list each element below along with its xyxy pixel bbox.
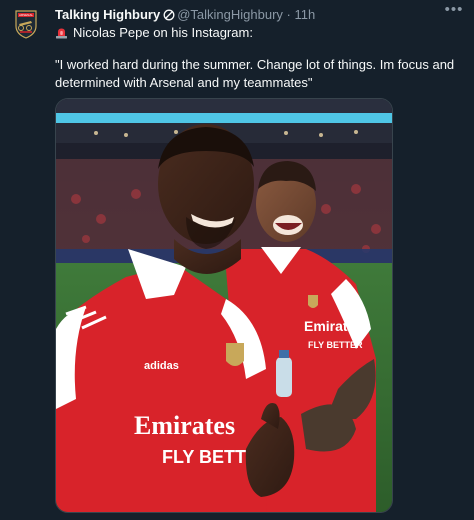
circle-slash-badge-icon <box>163 9 175 21</box>
tweet-quote-text: "I worked hard during the summer. Change… <box>55 57 455 90</box>
tweet-intro: Nicolas Pepe on his Instagram: <box>55 24 253 41</box>
author-handle[interactable]: @TalkingHighbury <box>177 7 283 22</box>
more-options-icon[interactable]: ••• <box>444 2 464 22</box>
photo-scene: Emirates FLY BETTER Emirates FLY BETTER … <box>56 99 392 512</box>
teammate-shirt-sponsor-sub: FLY BETTER <box>308 340 363 350</box>
siren-emoji-icon <box>56 28 67 39</box>
tweet-header: Talking Highbury @TalkingHighbury · 11h <box>55 6 434 23</box>
teammate-shirt-sponsor: Emirates <box>304 318 363 334</box>
separator-dot: · <box>286 7 291 22</box>
adidas-logo: adidas <box>144 360 179 372</box>
tweet[interactable]: ARSENAL Talking Highbury @TalkingHighbury… <box>0 0 474 520</box>
svg-text:ARSENAL: ARSENAL <box>19 13 33 17</box>
arsenal-crest <box>226 343 244 366</box>
main-shirt-sponsor: Emirates <box>134 411 235 440</box>
cannon-crest-avatar[interactable]: ARSENAL <box>14 10 38 39</box>
author-display-name[interactable]: Talking Highbury <box>55 7 160 22</box>
intro-text: Nicolas Pepe on his Instagram: <box>73 25 253 40</box>
stadium-led-board <box>56 113 392 123</box>
tweet-photo[interactable]: Emirates FLY BETTER Emirates FLY BETTER … <box>55 98 393 513</box>
water-bottle <box>276 357 292 397</box>
tweet-timestamp[interactable]: 11h <box>295 7 316 22</box>
